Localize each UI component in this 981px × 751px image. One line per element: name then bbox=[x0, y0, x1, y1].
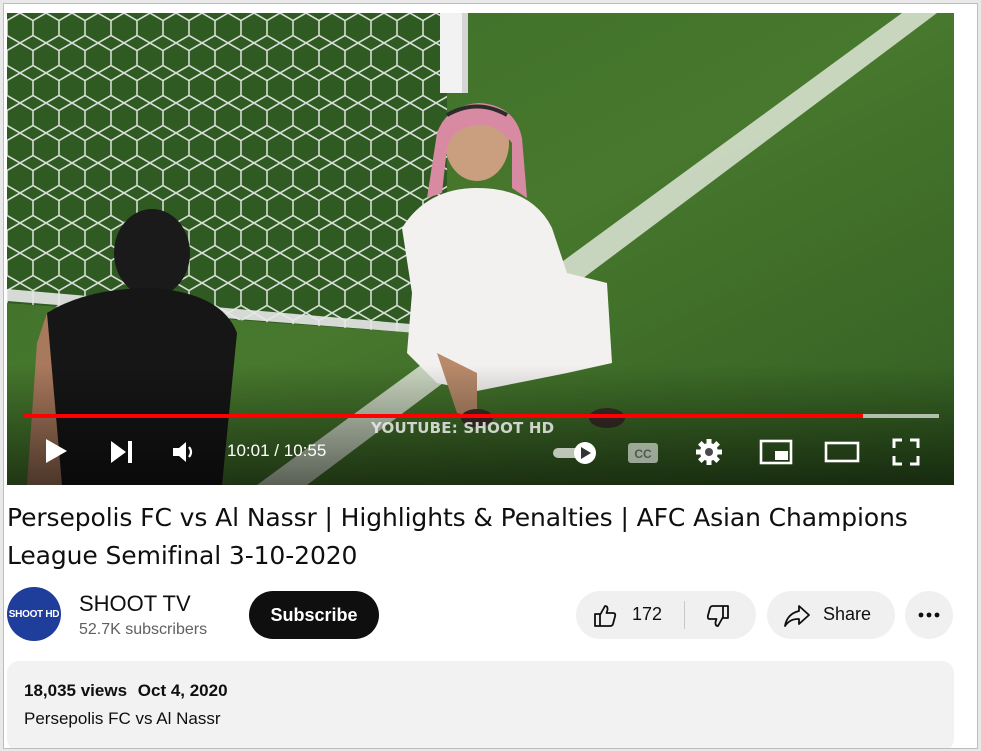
more-horizontal-icon bbox=[918, 612, 940, 618]
settings-button[interactable] bbox=[695, 438, 723, 466]
next-button[interactable] bbox=[109, 439, 135, 465]
time-display: 10:01 / 10:55 bbox=[227, 441, 326, 461]
video-title: Persepolis FC vs Al Nassr | Highlights &… bbox=[7, 503, 908, 570]
video-player[interactable]: YOUTUBE: SHOOT HD 10:01 / 10:55 CC bbox=[7, 13, 954, 485]
share-icon bbox=[784, 605, 810, 627]
svg-text:CC: CC bbox=[634, 447, 652, 461]
channel-avatar[interactable]: SHOOT HD bbox=[7, 587, 61, 641]
like-button[interactable]: 172 bbox=[576, 591, 684, 639]
thumbs-up-icon bbox=[594, 605, 617, 627]
upload-date: Oct 4, 2020 bbox=[137, 681, 228, 700]
time-total: 10:55 bbox=[283, 441, 327, 460]
play-icon bbox=[46, 439, 67, 463]
channel-name[interactable]: SHOOT TV bbox=[79, 591, 191, 617]
like-count: 172 bbox=[632, 604, 663, 624]
autoplay-toggle-icon bbox=[553, 442, 596, 464]
subscriber-count: 52.7K subscribers bbox=[79, 621, 208, 638]
miniplayer-button[interactable] bbox=[759, 439, 793, 465]
time-current: 10:01 bbox=[227, 441, 270, 460]
thumbs-down-icon bbox=[706, 605, 729, 627]
autoplay-toggle[interactable] bbox=[551, 441, 599, 465]
like-dislike-group: 172 bbox=[576, 591, 756, 639]
captions-icon: CC bbox=[628, 443, 658, 463]
gear-icon bbox=[696, 439, 722, 465]
time-separator: / bbox=[274, 441, 284, 460]
volume-icon bbox=[173, 442, 193, 462]
share-label: Share bbox=[823, 604, 872, 624]
more-actions-button[interactable] bbox=[905, 591, 953, 639]
app-frame: YOUTUBE: SHOOT HD 10:01 / 10:55 CC Perse… bbox=[3, 3, 978, 749]
subscribe-button[interactable]: Subscribe bbox=[249, 591, 379, 639]
description-box[interactable]: 18,035 views Oct 4, 2020 Persepolis FC v… bbox=[7, 661, 954, 748]
progress-fill bbox=[23, 414, 863, 418]
next-icon bbox=[111, 441, 132, 463]
volume-button[interactable] bbox=[171, 439, 197, 465]
dislike-button[interactable] bbox=[685, 591, 756, 639]
view-info: 18,035 views Oct 4, 2020 bbox=[24, 681, 234, 701]
fullscreen-button[interactable] bbox=[892, 438, 920, 466]
theater-icon bbox=[824, 441, 860, 463]
play-button[interactable] bbox=[43, 436, 69, 466]
miniplayer-icon bbox=[759, 439, 793, 465]
captions-button[interactable]: CC bbox=[627, 441, 659, 465]
view-count: 18,035 views bbox=[24, 681, 128, 700]
progress-bar[interactable] bbox=[23, 414, 939, 418]
description-text: Persepolis FC vs Al Nassr bbox=[24, 709, 221, 728]
fullscreen-icon bbox=[892, 438, 920, 466]
theater-mode-button[interactable] bbox=[824, 441, 860, 463]
share-button[interactable]: Share bbox=[767, 591, 895, 639]
video-watermark: YOUTUBE: SHOOT HD bbox=[371, 419, 555, 437]
